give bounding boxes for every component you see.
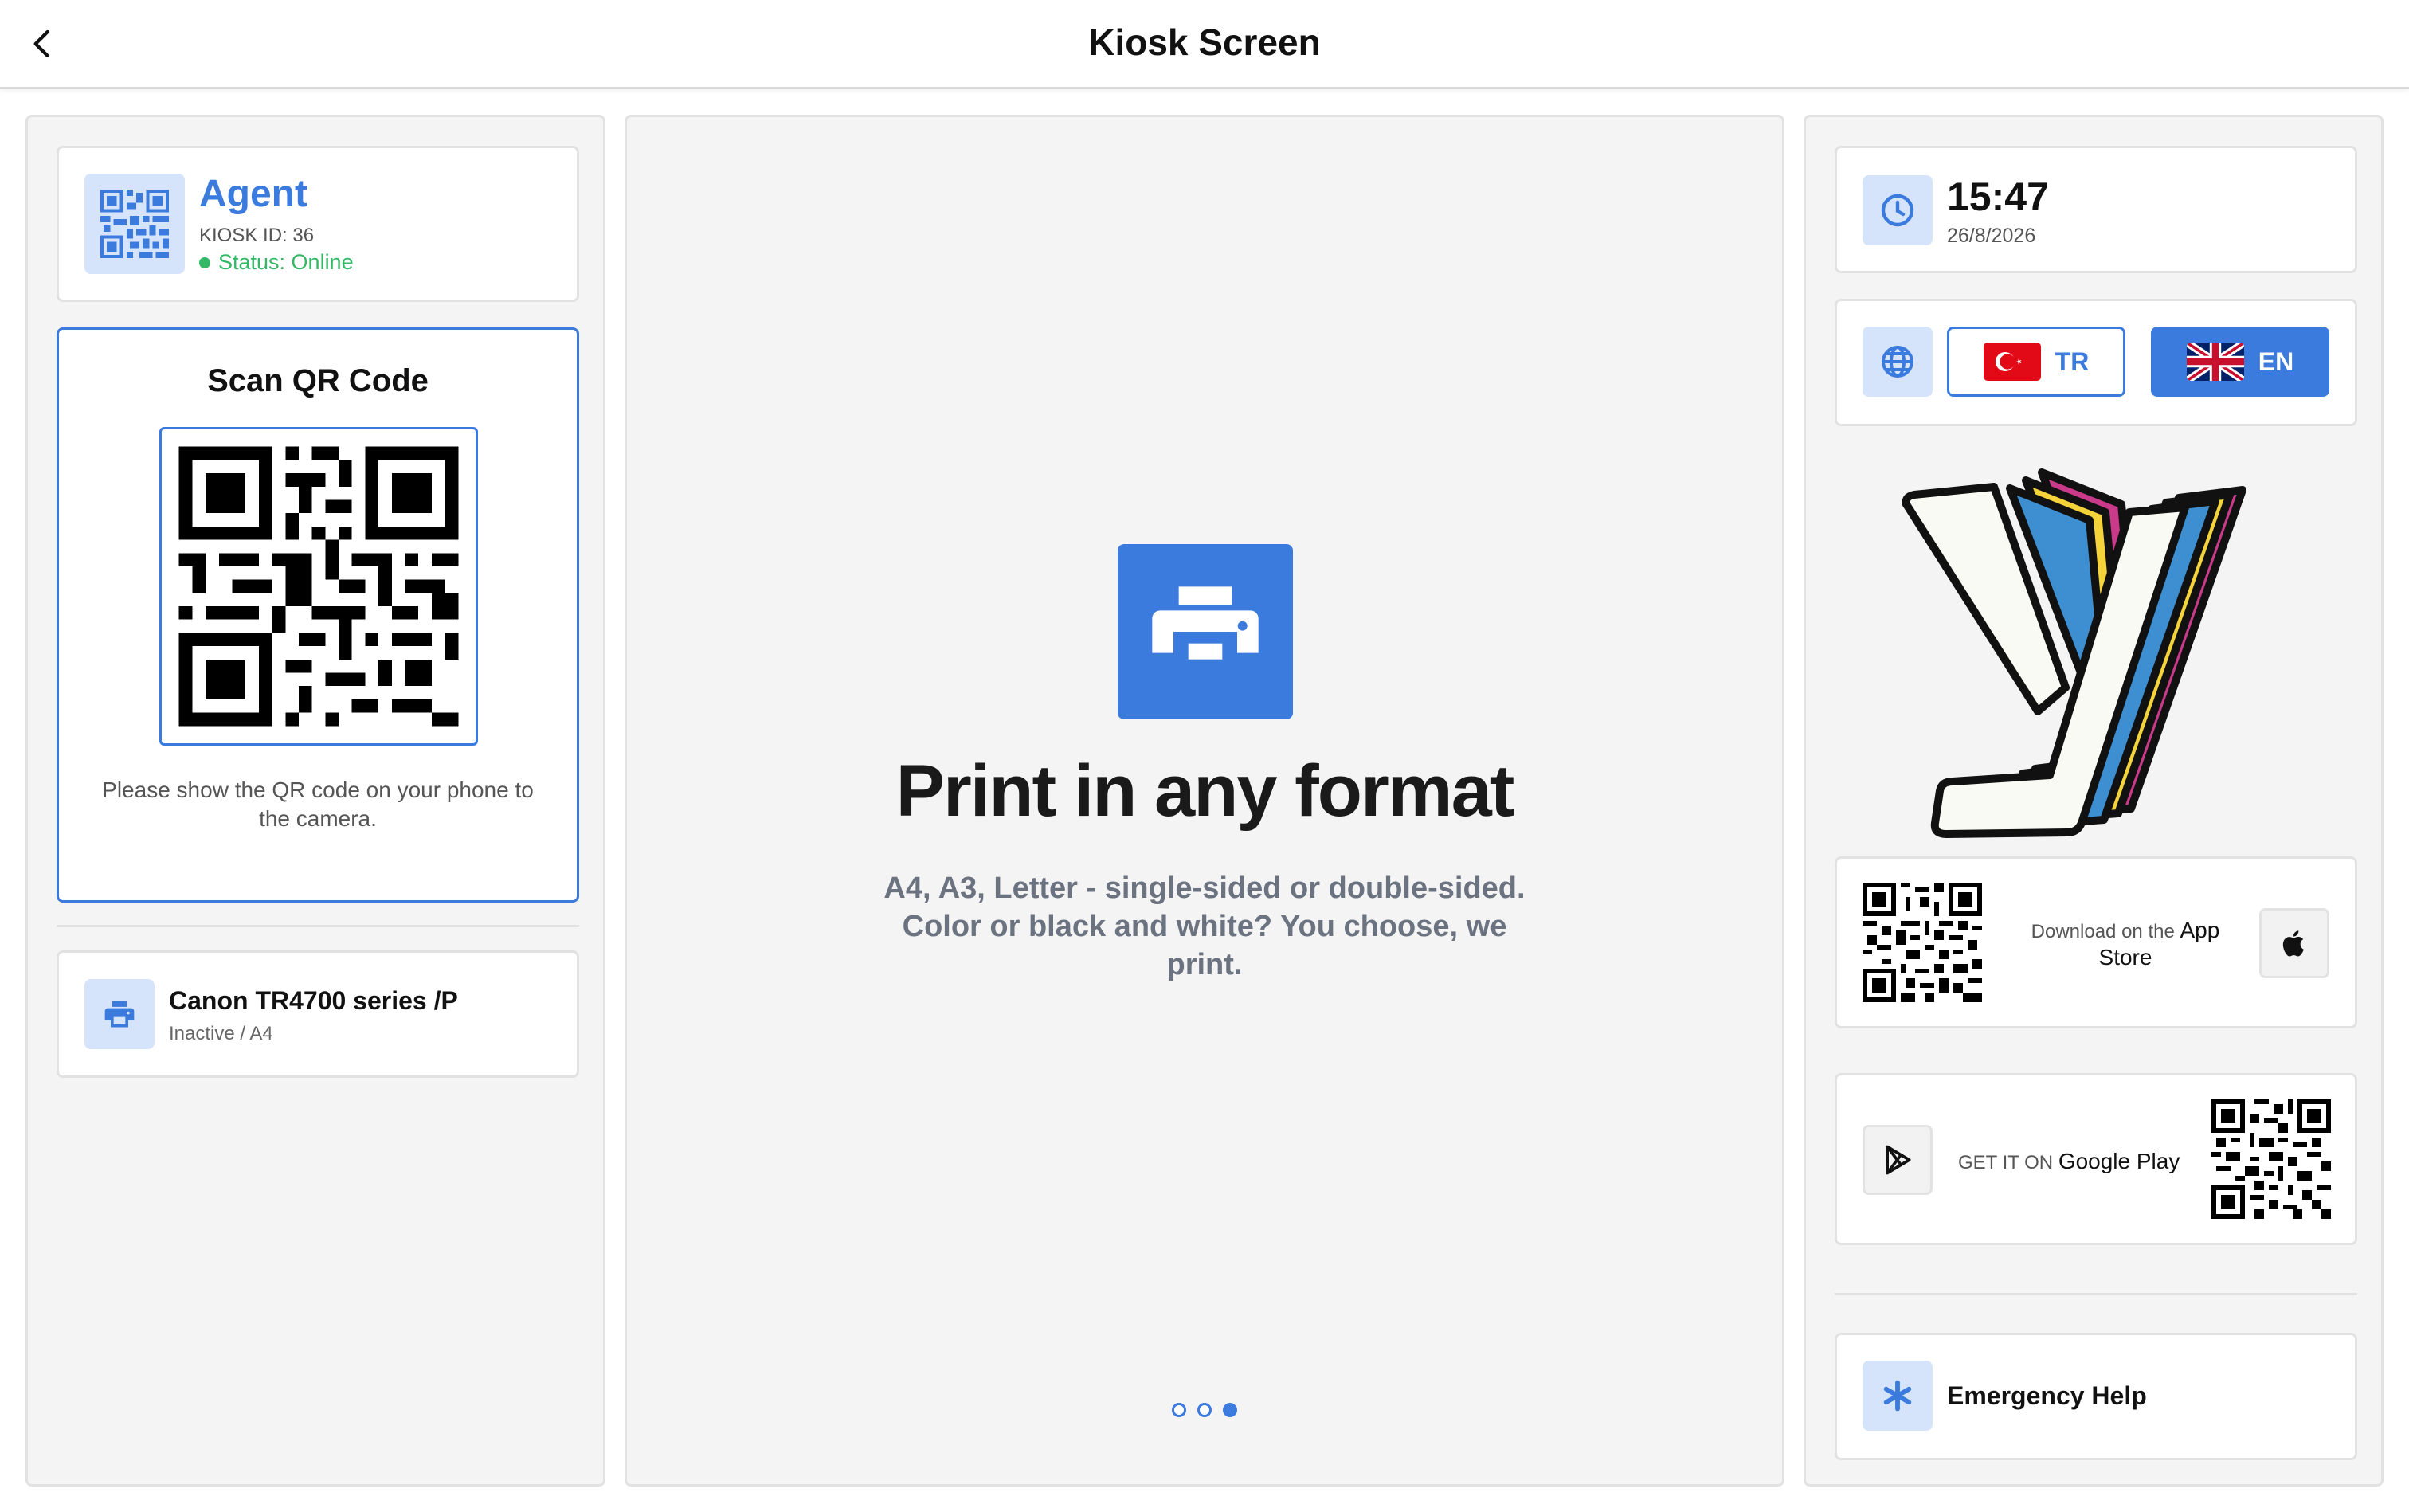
google-play-name: Google Play <box>2058 1149 2180 1173</box>
kiosk-id: KIOSK ID: 36 <box>199 225 315 246</box>
page-title: Kiosk Screen <box>1088 22 1321 63</box>
google-play-card[interactable]: GET IT ON Google Play <box>1835 1073 2357 1245</box>
globe-icon <box>1863 327 1933 397</box>
turkey-flag-icon <box>1983 343 2041 381</box>
slide-description: A4, A3, Letter - single-sided or double-… <box>883 872 1526 981</box>
clock-card: 15:47 26/8/2026 <box>1835 146 2357 273</box>
apple-icon <box>2282 930 2304 957</box>
google-play-button[interactable] <box>1863 1125 1933 1195</box>
clock-time: 15:47 <box>1947 174 2049 219</box>
divider <box>1835 1293 2357 1295</box>
clock-icon <box>1863 175 1933 245</box>
printer-status: Inactive / A4 <box>169 1023 273 1044</box>
carousel-pagination <box>627 1403 1782 1417</box>
y-brand-logo <box>1902 468 2246 838</box>
google-play-label: GET IT ON Google Play <box>1958 1149 2213 1174</box>
scan-qr-card: Scan QR Code Please show the QR code on … <box>57 327 579 903</box>
printer-name: Canon TR4700 series /P <box>169 986 458 1015</box>
app-store-prefix: Download on the <box>2031 921 2175 942</box>
carousel-dot-3[interactable] <box>1223 1403 1237 1417</box>
google-play-prefix: GET IT ON <box>1958 1152 2054 1173</box>
emergency-help-button[interactable]: Emergency Help <box>1835 1333 2357 1460</box>
status-dot-icon <box>199 257 210 268</box>
printer-icon <box>1118 544 1293 719</box>
qr-code-image <box>159 427 478 746</box>
language-tr-button[interactable]: TR <box>1947 327 2125 397</box>
promo-carousel: Print in any format A4, A3, Letter - sin… <box>625 115 1784 1487</box>
language-en-button[interactable]: EN <box>2151 327 2329 397</box>
language-selector: TR EN <box>1835 299 2357 426</box>
slide-title: Print in any format <box>895 750 1515 832</box>
language-tr-label: TR <box>2055 347 2090 376</box>
carousel-dot-2[interactable] <box>1197 1403 1212 1417</box>
app-store-qr-code <box>1863 883 1982 1002</box>
app-store-button[interactable] <box>2259 908 2329 978</box>
scan-instructions: Please show the QR code on your phone to… <box>102 778 534 831</box>
asterisk-icon <box>1863 1361 1933 1431</box>
status-text: Status: Online <box>218 250 354 274</box>
emergency-help-label: Emergency Help <box>1947 1381 2147 1410</box>
app-store-label: Download on the App Store <box>2014 918 2237 972</box>
left-panel: Agent KIOSK ID: 36 Status: Online Scan Q… <box>25 115 605 1487</box>
carousel-dot-1[interactable] <box>1172 1403 1186 1417</box>
uk-flag-icon <box>2186 343 2244 381</box>
top-bar: Kiosk Screen <box>0 0 2409 89</box>
status-badge: Status: Online <box>199 250 354 275</box>
app-store-card[interactable]: Download on the App Store <box>1835 856 2357 1028</box>
printer-card[interactable]: Canon TR4700 series /P Inactive / A4 <box>57 950 579 1078</box>
scan-title: Scan QR Code <box>207 363 429 398</box>
agent-card: Agent KIOSK ID: 36 Status: Online <box>57 146 579 302</box>
agent-name: Agent <box>199 173 307 215</box>
qr-grid-icon <box>84 174 185 274</box>
play-store-icon <box>1886 1145 1911 1175</box>
language-en-label: EN <box>2258 347 2294 376</box>
divider <box>57 925 579 927</box>
printer-icon <box>84 979 155 1049</box>
clock-date: 26/8/2026 <box>1947 225 2036 247</box>
google-play-qr-code <box>2211 1099 2331 1219</box>
right-panel: 15:47 26/8/2026 TR EN Download on the Ap… <box>1804 115 2384 1487</box>
